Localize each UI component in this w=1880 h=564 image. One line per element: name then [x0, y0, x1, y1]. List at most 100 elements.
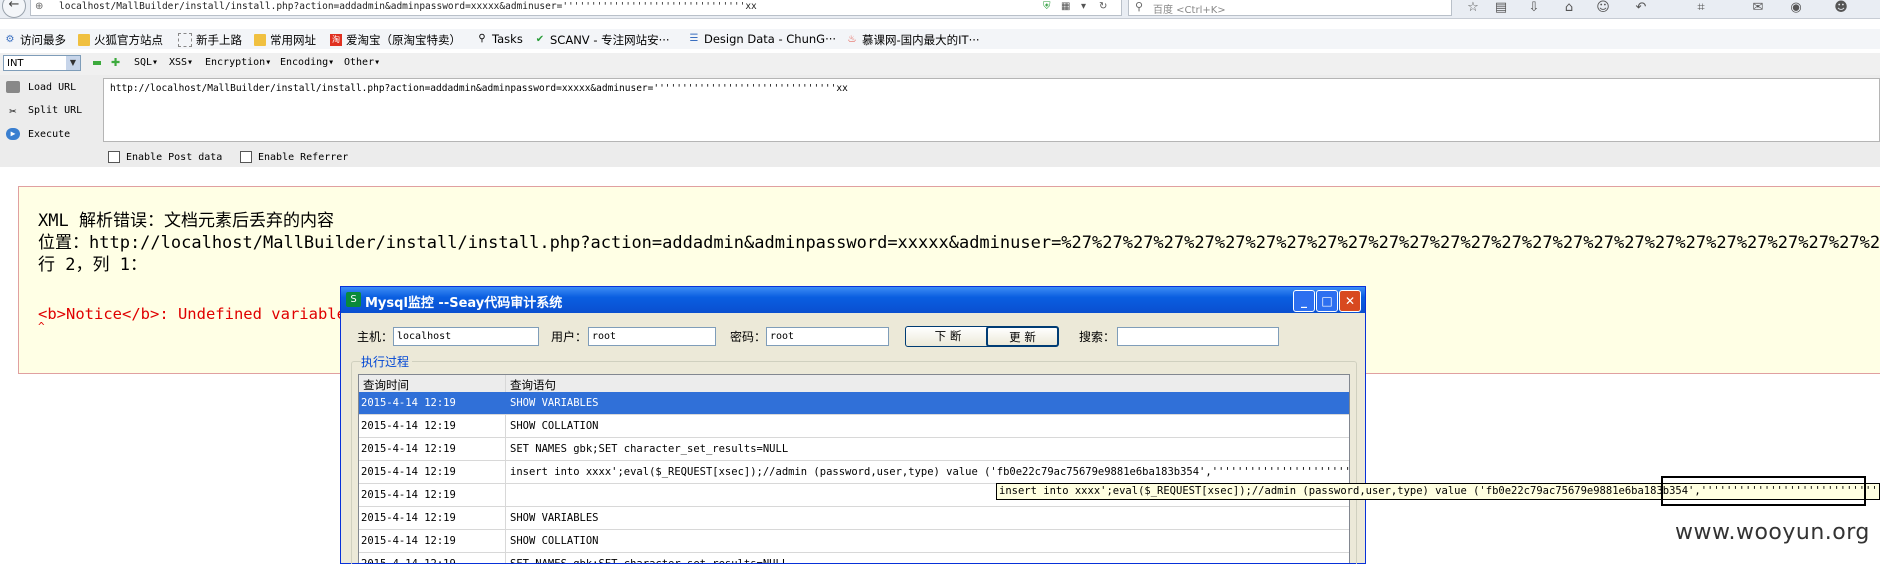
- cell-time: 2015-4-14 12:19: [361, 489, 456, 501]
- user-label: 用户：: [551, 330, 588, 344]
- bookmark-label: 新手上路: [196, 33, 242, 47]
- split-url-button[interactable]: ✂ Split URL: [0, 104, 82, 118]
- load-url-icon: [6, 81, 20, 93]
- search-input[interactable]: [1117, 327, 1279, 346]
- query-log-table[interactable]: 查询时间 查询语句 2015-4-14 12:19 SHOW VARIABLES 2…: [358, 374, 1350, 563]
- avatar-icon[interactable]: ☻: [1830, 0, 1852, 16]
- gear-bookmark-icon: ⚙: [5, 34, 15, 45]
- search-icon: ⚲: [1135, 0, 1144, 13]
- error-position: 行 2，列 1：: [38, 255, 147, 275]
- bookmark-most-visited[interactable]: ⚙ 访问最多: [4, 32, 66, 48]
- password-input[interactable]: root: [766, 327, 889, 346]
- bookmark-label: 常用网址: [270, 33, 316, 47]
- host-label: 主机：: [357, 330, 394, 344]
- watermark: www.wooyun.org: [1675, 520, 1870, 545]
- bookmark-tasks[interactable]: ⚲ Tasks: [476, 32, 523, 46]
- cell-sql: insert into xxxx';eval($_REQUEST[xsec]);…: [510, 466, 1350, 478]
- bookmark-label: 慕课网-国内最大的IT···: [862, 33, 980, 47]
- menu-encoding[interactable]: Encoding▾: [280, 57, 334, 68]
- checkbox-box[interactable]: [240, 151, 252, 163]
- load-url-label: Load URL: [28, 82, 77, 93]
- execute-label: Execute: [28, 129, 71, 140]
- menu-sql[interactable]: SQL▾: [134, 57, 158, 68]
- minus-icon[interactable]: [93, 61, 101, 65]
- table-row[interactable]: 2015-4-14 12:19 insert into xxxx';eval($_…: [359, 461, 1350, 484]
- hackbar-url-text[interactable]: http://localhost/MallBuilder/install/ins…: [110, 83, 848, 94]
- star-icon[interactable]: ☆: [1462, 0, 1484, 16]
- app-icon: S: [346, 292, 361, 307]
- bookmark-scanv[interactable]: ✔ SCANV - 专注网站安···: [534, 32, 670, 48]
- search-placeholder[interactable]: 百度 <Ctrl+K>: [1153, 1, 1226, 16]
- bookmark-label: 访问最多: [20, 33, 66, 47]
- chat-icon[interactable]: ☺: [1592, 0, 1614, 16]
- load-url-button[interactable]: Load URL: [0, 81, 76, 93]
- maximize-icon[interactable]: □: [1316, 290, 1338, 312]
- url-text[interactable]: localhost/MallBuilder/install/install.ph…: [59, 1, 757, 12]
- column-header-time[interactable]: 查询时间: [363, 377, 409, 393]
- cell-time: 2015-4-14 12:19: [361, 443, 456, 455]
- window-titlebar[interactable]: S Mysql监控 --Seay代码审计系统 _ □ ✕: [341, 287, 1365, 313]
- close-icon[interactable]: ✕: [1339, 290, 1361, 312]
- flame-icon: ♨: [847, 34, 857, 45]
- plus-icon[interactable]: ✚: [111, 56, 120, 69]
- cell-time: 2015-4-14 12:19: [361, 397, 456, 409]
- table-row[interactable]: 2015-4-14 12:19 SHOW COLLATION: [359, 415, 1349, 438]
- menu-other[interactable]: Other▾: [344, 57, 380, 68]
- disconnect-button[interactable]: 下 断: [905, 326, 991, 347]
- bookmark-firefox-official[interactable]: 火狐官方站点: [78, 32, 163, 48]
- cell-sql: SET NAMES gbk;SET character_set_results=…: [510, 558, 788, 563]
- bookmark-taobao[interactable]: 淘 爱淘宝（原淘宝特卖）: [330, 32, 461, 48]
- crop-icon[interactable]: ⌗: [1690, 0, 1712, 16]
- bookmark-design-data[interactable]: ☰ Design Data - ChunG···: [688, 32, 837, 46]
- check-icon: ✔: [535, 34, 545, 45]
- mysql-monitor-window: S Mysql监控 --Seay代码审计系统 _ □ ✕ 主机： localho…: [340, 286, 1366, 564]
- int-select[interactable]: INT ▼: [3, 55, 81, 71]
- split-url-icon: ✂: [9, 104, 17, 118]
- cell-sql: SHOW COLLATION: [510, 420, 599, 432]
- search-bar[interactable]: ⚲ 百度 <Ctrl+K>: [1128, 0, 1452, 16]
- undo-icon[interactable]: ↶: [1630, 0, 1652, 16]
- bookmark-label: Tasks: [492, 32, 523, 46]
- chevron-down-icon[interactable]: ▼: [66, 56, 80, 70]
- bookmark-common-sites[interactable]: 常用网址: [254, 32, 316, 48]
- cell-time: 2015-4-14 12:19: [361, 420, 456, 432]
- reading-list-icon[interactable]: ▤: [1490, 0, 1512, 16]
- dropdown-icon[interactable]: ▾: [1081, 1, 1086, 12]
- comment-icon[interactable]: ✉: [1747, 0, 1769, 16]
- table-row[interactable]: 2015-4-14 12:19 SHOW VARIABLES: [359, 392, 1349, 415]
- hackbar-toolbar: INT ▼ ✚ SQL▾ XSS▾ Encryption▾ Encoding▾ …: [0, 53, 1880, 75]
- globe-menu-icon[interactable]: ◉: [1785, 0, 1807, 16]
- table-row[interactable]: 2015-4-14 12:19 SHOW VARIABLES: [359, 507, 1349, 530]
- menu-xss[interactable]: XSS▾: [169, 57, 193, 68]
- home-icon[interactable]: ⌂: [1558, 0, 1580, 16]
- enable-post-checkbox[interactable]: Enable Post data: [108, 151, 222, 163]
- bookmark-label: SCANV - 专注网站安···: [550, 33, 670, 47]
- bookmark-imooc[interactable]: ♨ 慕课网-国内最大的IT···: [846, 32, 980, 48]
- table-header: 查询时间 查询语句: [359, 375, 1349, 393]
- cell-sql: SHOW VARIABLES: [510, 512, 599, 524]
- back-arrow-icon[interactable]: ←: [2, 0, 26, 18]
- hackbar-url-textarea[interactable]: http://localhost/MallBuilder/install/ins…: [103, 78, 1880, 142]
- checkbox-box[interactable]: [108, 151, 120, 163]
- host-input[interactable]: localhost: [393, 327, 539, 346]
- cell-sql: SHOW COLLATION: [510, 535, 599, 547]
- table-row[interactable]: 2015-4-14 12:19 SHOW COLLATION: [359, 530, 1349, 553]
- menu-encryption[interactable]: Encryption▾: [205, 57, 271, 68]
- cell-sql: SHOW VARIABLES: [510, 397, 599, 409]
- execute-button[interactable]: ▶ Execute: [0, 128, 70, 140]
- refresh-button[interactable]: 更 新: [986, 326, 1059, 347]
- reload-icon[interactable]: ↻: [1099, 1, 1107, 12]
- column-header-sql[interactable]: 查询语句: [510, 377, 556, 393]
- url-bar[interactable]: ⊕ localhost/MallBuilder/install/install.…: [30, 0, 1122, 16]
- enable-referrer-checkbox[interactable]: Enable Referrer: [240, 151, 348, 163]
- minimize-icon[interactable]: _: [1293, 290, 1315, 312]
- shield-icon[interactable]: ⛨: [1043, 1, 1051, 12]
- user-input[interactable]: root: [588, 327, 716, 346]
- window-title: Mysql监控 --Seay代码审计系统: [365, 296, 563, 311]
- table-row[interactable]: 2015-4-14 12:19 SET NAMES gbk;SET charact…: [359, 438, 1349, 461]
- download-icon[interactable]: ⇩: [1523, 0, 1545, 16]
- bookmark-getting-started[interactable]: 新手上路: [178, 32, 242, 48]
- bookmarks-bar: ⚙ 访问最多 火狐官方站点 新手上路 常用网址 淘 爱淘宝（原淘宝特卖） ⚲ T…: [0, 29, 1880, 49]
- search-icon: ⚲: [478, 33, 486, 44]
- qr-code-icon[interactable]: ▦: [1061, 1, 1070, 12]
